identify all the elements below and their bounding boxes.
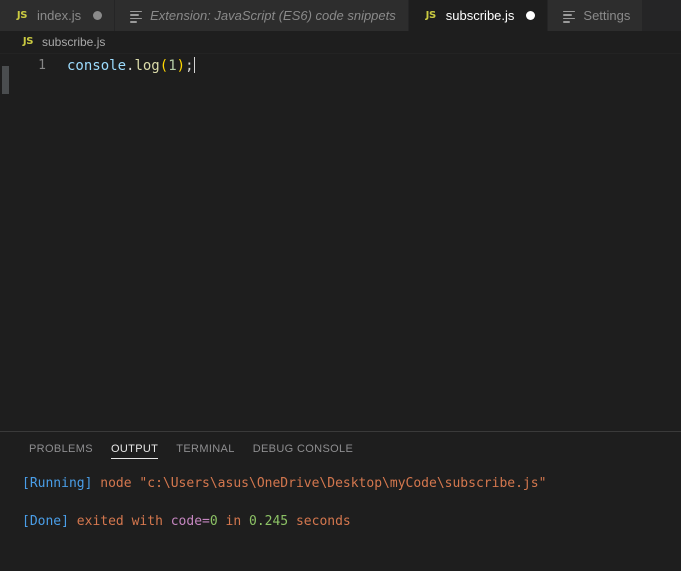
output-done-text-3: seconds: [288, 514, 351, 529]
tab-label: Settings: [583, 8, 631, 23]
js-file-icon-label: JS: [22, 36, 34, 47]
output-done-code-key: code=: [170, 514, 210, 529]
output-done-text-1: exited with: [76, 514, 171, 529]
js-file-icon: JS: [14, 8, 30, 24]
code-token-method: log: [134, 58, 160, 74]
tab-label: subscribe.js: [445, 8, 515, 23]
tab-label: index.js: [37, 8, 82, 23]
code-token-object: console: [67, 58, 127, 74]
tab-dirty-indicator[interactable]: [93, 11, 103, 20]
panel-tab-terminal[interactable]: TERMINAL: [167, 432, 243, 467]
tab-dirty-indicator[interactable]: [526, 11, 536, 20]
tab-index-js[interactable]: JS index.js: [0, 0, 116, 31]
tab-subscribe-js[interactable]: JS subscribe.js: [408, 0, 549, 31]
breadcrumb-item-file[interactable]: subscribe.js: [42, 31, 105, 53]
output-line-done: [Done] exited with code=0 in 0.245 secon…: [22, 511, 681, 533]
vscode-window: JS index.js Extension: JavaScript (ES6) …: [0, 0, 681, 571]
output-done-tag: [Done]: [22, 514, 69, 529]
tab-bar-empty-space: [643, 0, 681, 31]
output-running-command-text: node "c:\Users\asus\OneDrive\Desktop\myC…: [100, 476, 547, 491]
line-number: 1: [38, 58, 46, 73]
js-file-icon: JS: [423, 8, 439, 24]
js-file-icon-label: JS: [425, 9, 437, 21]
code-token-semicolon: ;: [185, 58, 194, 74]
tab-label: Extension: JavaScript (ES6) code snippet…: [150, 8, 396, 23]
code-token-paren-open: (: [159, 58, 169, 74]
output-running-tag: [Running]: [22, 476, 93, 491]
tab-extension-js-es6-code-snippets[interactable]: Extension: JavaScript (ES6) code snippet…: [115, 0, 409, 31]
js-file-icon-label: JS: [16, 9, 28, 21]
output-view[interactable]: [Running] node "c:\Users\asus\OneDrive\D…: [0, 467, 681, 571]
output-done-text-2: in: [217, 514, 249, 529]
panel-tab-output[interactable]: OUTPUT: [102, 432, 167, 467]
panel-tab-bar: PROBLEMS OUTPUT TERMINAL DEBUG CONSOLE: [0, 432, 681, 467]
code-token-paren-close: ): [176, 58, 186, 74]
tab-settings[interactable]: Settings: [548, 0, 644, 31]
code-line-1: 1 console.log(1);: [0, 56, 681, 75]
extension-lines-icon: [129, 9, 143, 23]
output-done-separator: [69, 514, 77, 529]
output-done-code-value: 0: [209, 514, 218, 529]
output-line-running: [Running] node "c:\Users\asus\OneDrive\D…: [22, 473, 681, 495]
settings-lines-icon: [562, 9, 576, 23]
code-token-argument: 1: [168, 58, 177, 74]
breadcrumb[interactable]: JS subscribe.js: [0, 31, 681, 54]
code-editor[interactable]: 1 console.log(1);: [0, 54, 681, 431]
output-done-duration: 0.245: [249, 514, 289, 529]
editor-overview-ruler[interactable]: [667, 54, 681, 431]
panel-tab-problems[interactable]: PROBLEMS: [20, 432, 102, 467]
text-cursor: [193, 57, 195, 73]
editor-tab-bar: JS index.js Extension: JavaScript (ES6) …: [0, 0, 681, 31]
js-file-icon: JS: [20, 34, 36, 50]
panel-tab-debug-console[interactable]: DEBUG CONSOLE: [244, 432, 363, 467]
bottom-panel: PROBLEMS OUTPUT TERMINAL DEBUG CONSOLE […: [0, 431, 681, 571]
code-content[interactable]: console.log(1);: [67, 57, 195, 74]
